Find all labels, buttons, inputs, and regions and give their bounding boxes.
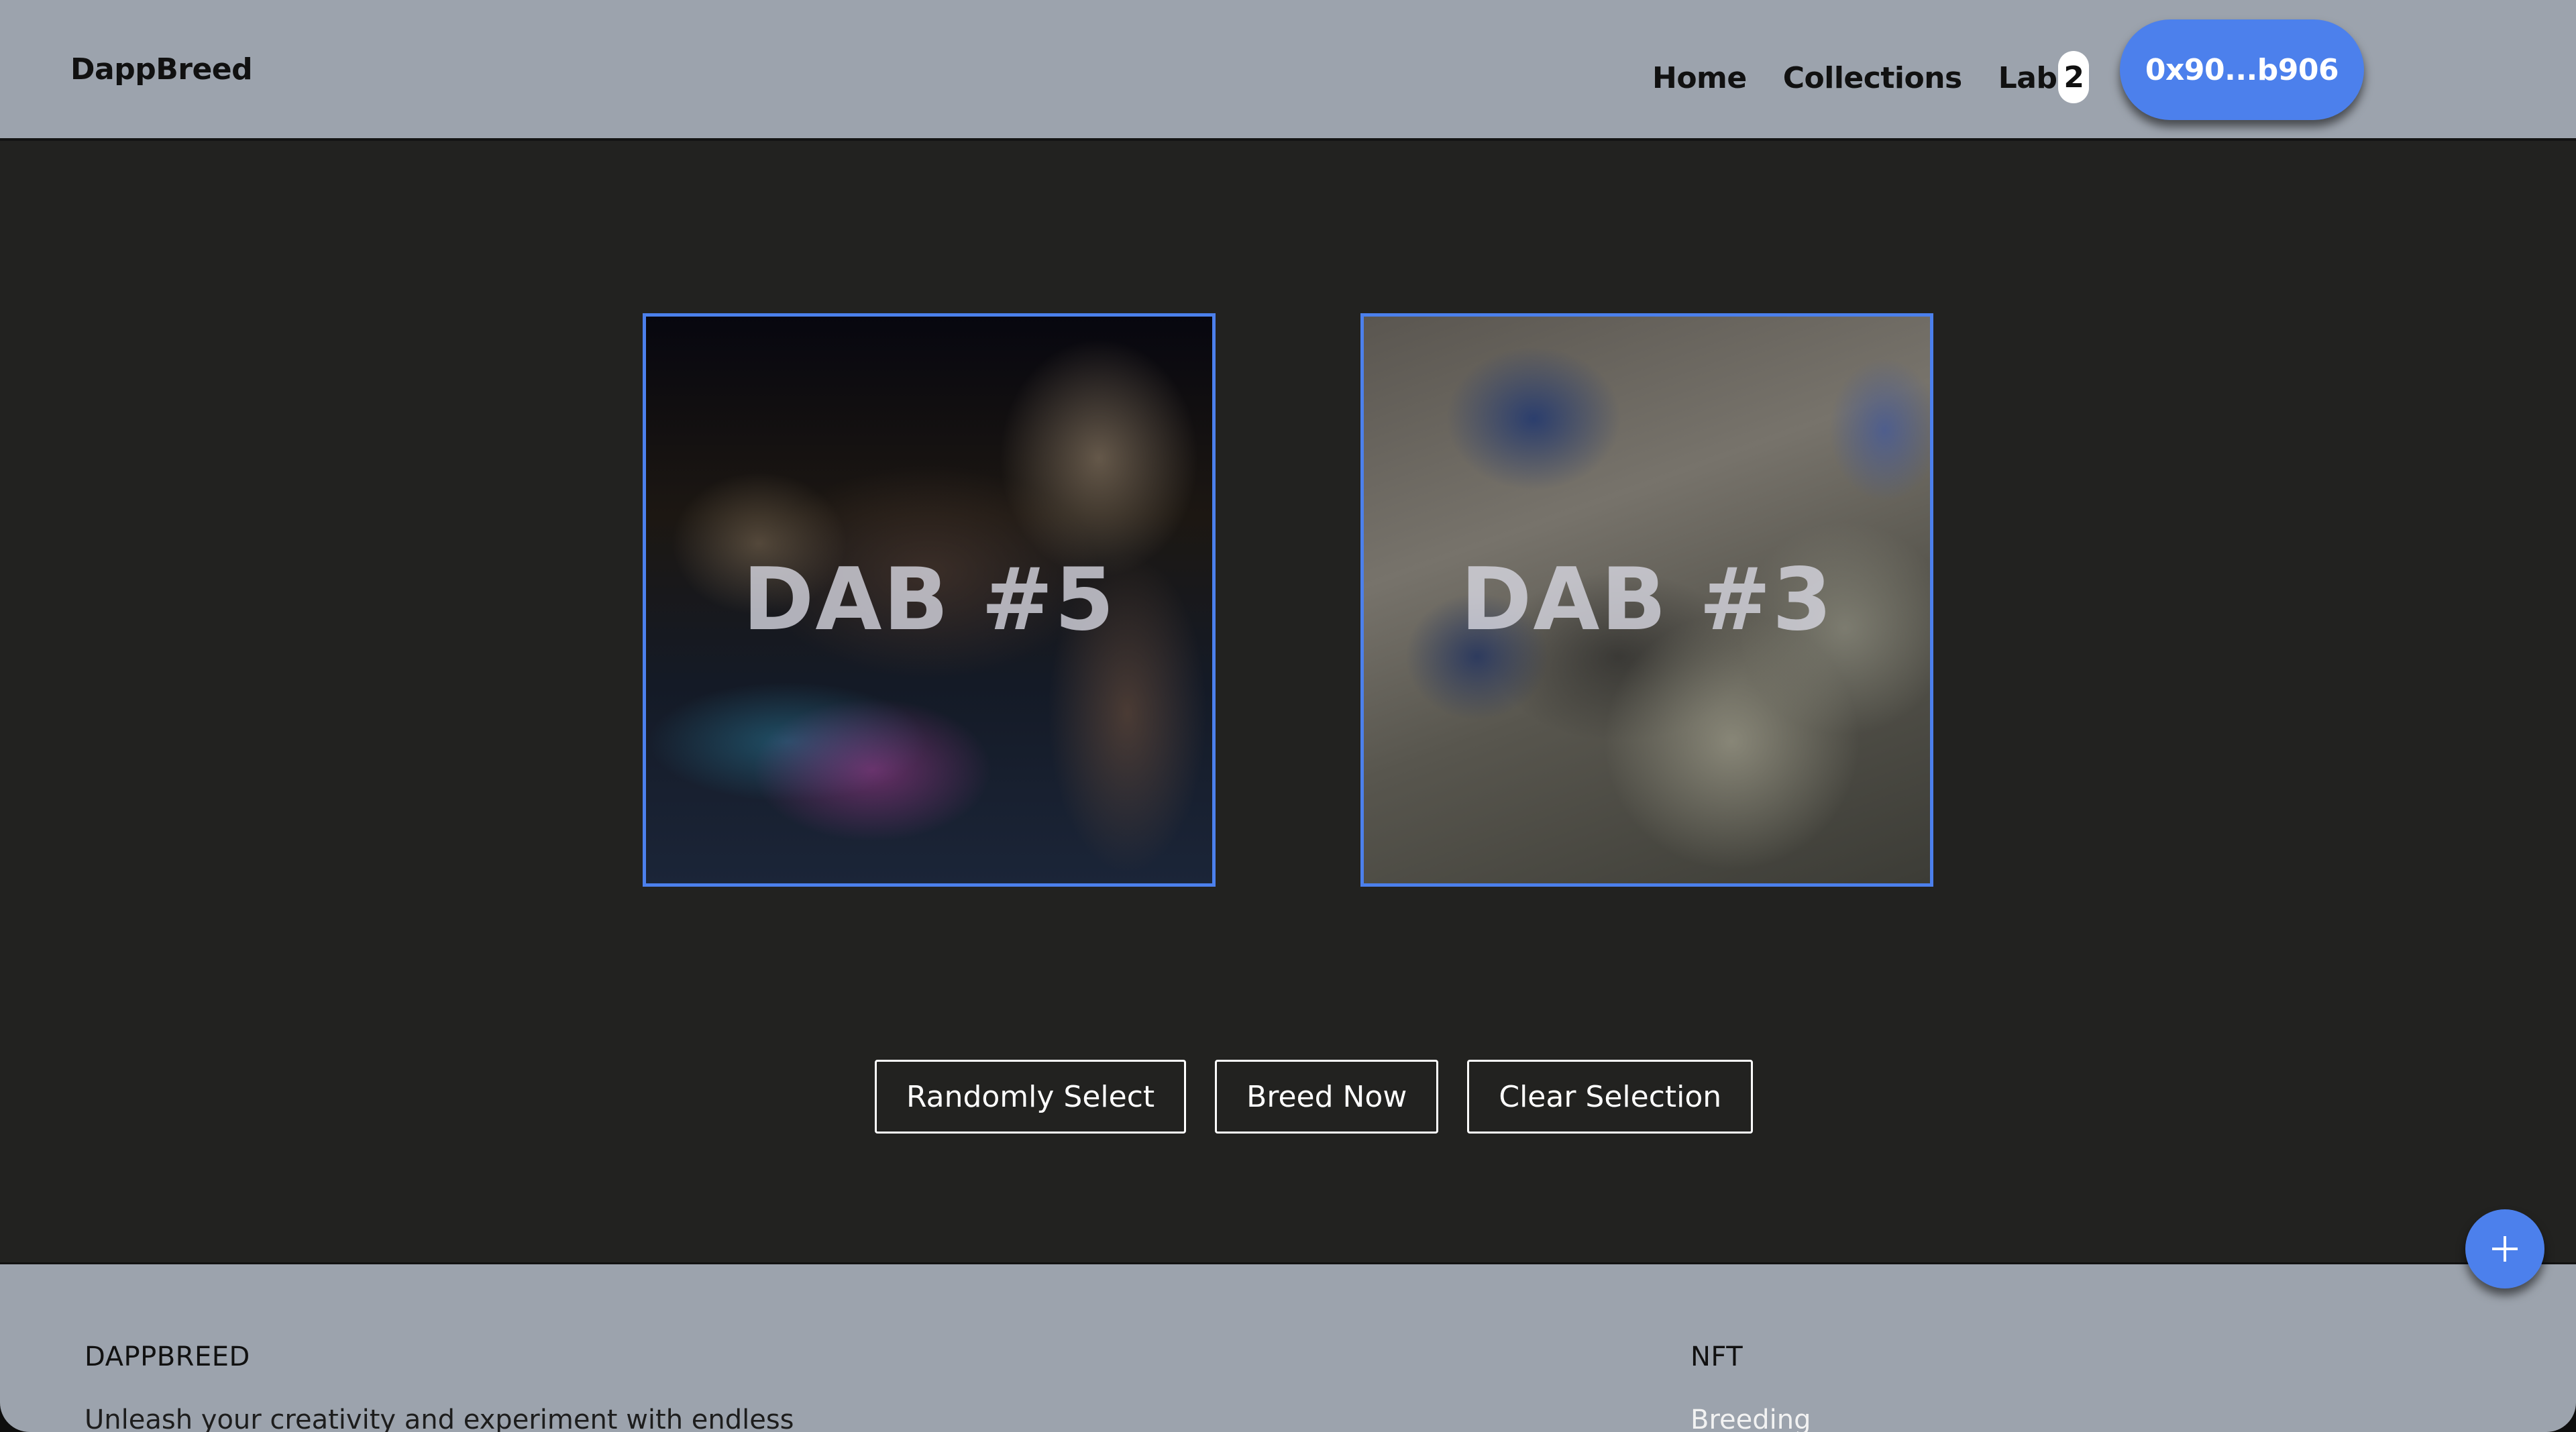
footer-heading: DAPPBREED	[85, 1341, 250, 1372]
footer-description: Unleash your creativity and experiment w…	[85, 1405, 794, 1432]
nft-card-label: DAB #5	[743, 550, 1116, 650]
nft-card-label: DAB #3	[1460, 550, 1833, 650]
top-navbar: DappBreed Home Collections Lab 2 0x90...…	[0, 0, 2576, 141]
footer-heading: NFT	[1690, 1341, 1743, 1372]
randomly-select-button[interactable]: Randomly Select	[875, 1060, 1187, 1134]
plus-icon	[2492, 1236, 2518, 1262]
breeding-actions: Randomly Select Breed Now Clear Selectio…	[875, 1060, 1754, 1134]
footer-link-breeding[interactable]: Breeding	[1690, 1405, 1811, 1432]
nav-lab[interactable]: Lab 2	[1998, 51, 2090, 103]
breed-now-button[interactable]: Breed Now	[1215, 1060, 1439, 1134]
footer: DAPPBREED Unleash your creativity and ex…	[0, 1262, 2576, 1432]
nav-home[interactable]: Home	[1652, 61, 1747, 95]
selected-nft-card[interactable]: DAB #5	[643, 313, 1216, 887]
wallet-address-button[interactable]: 0x90...b906	[2120, 19, 2364, 120]
nav-lab-label: Lab	[1998, 60, 2057, 95]
floating-add-button[interactable]	[2465, 1209, 2544, 1288]
main-nav: Home Collections Lab 2	[1652, 51, 2090, 103]
lab-count-badge: 2	[2058, 51, 2090, 103]
selected-nft-card[interactable]: DAB #3	[1360, 313, 1933, 887]
page: DappBreed Home Collections Lab 2 0x90...…	[0, 0, 2576, 1432]
footer-nft: NFT Breeding	[1690, 1341, 1811, 1432]
brand-logo[interactable]: DappBreed	[70, 52, 253, 87]
nav-collections[interactable]: Collections	[1783, 61, 1962, 95]
clear-selection-button[interactable]: Clear Selection	[1467, 1060, 1754, 1134]
footer-about: DAPPBREED Unleash your creativity and ex…	[85, 1341, 794, 1432]
